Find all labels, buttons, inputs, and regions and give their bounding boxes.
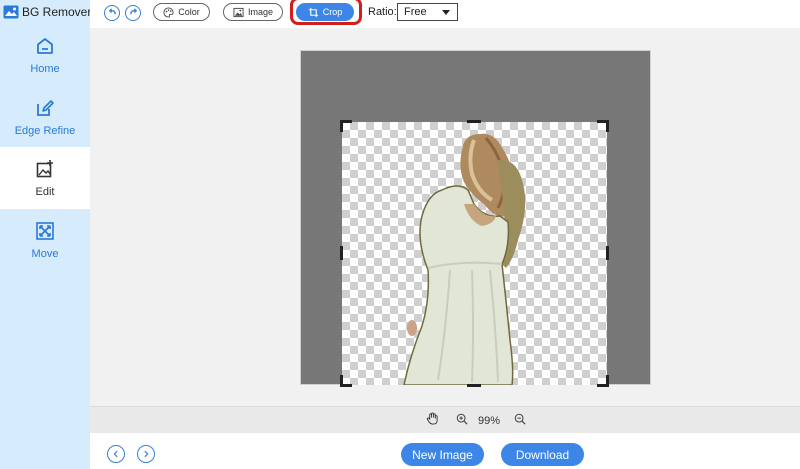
undo-button[interactable] [104, 5, 120, 21]
zoom-level: 99% [478, 415, 501, 427]
move-icon [34, 220, 56, 242]
color-button-label: Color [178, 7, 200, 17]
edit-image-icon [34, 158, 56, 180]
chevron-right-icon [142, 445, 150, 463]
chevron-left-icon [112, 445, 120, 463]
ratio-select-value: Free [404, 6, 427, 18]
image-canvas[interactable] [300, 50, 651, 387]
crop-button[interactable]: Crop [296, 3, 354, 21]
zoom-out-button[interactable] [512, 413, 528, 429]
brand: BG Remover [0, 0, 92, 24]
crop-handle-bottom-left[interactable] [340, 375, 352, 387]
zoom-in-button[interactable] [454, 413, 470, 429]
image-icon [233, 7, 244, 18]
crop-handle-top-left[interactable] [340, 120, 352, 132]
crop-handle-right[interactable] [606, 246, 609, 260]
crop-button-label: Crop [322, 7, 343, 17]
sidebar-item-move[interactable]: Move [0, 209, 90, 271]
crop-handle-top[interactable] [467, 120, 481, 123]
ratio-select[interactable]: Free [397, 3, 458, 21]
crop-handle-bottom[interactable] [467, 384, 481, 387]
ratio-label: Ratio: [368, 6, 397, 18]
sidebar-item-label: Edit [35, 186, 55, 198]
image-button-label: Image [247, 7, 273, 17]
previous-button[interactable] [107, 445, 125, 463]
redo-button[interactable] [125, 5, 141, 21]
zoom-out-icon [514, 412, 526, 430]
sidebar-item-edge-refine[interactable]: Edge Refine [0, 86, 90, 148]
edge-refine-icon [34, 97, 56, 119]
toolbar: Color Image Crop Ratio: Free [90, 0, 800, 28]
zoom-bar: 99% [90, 406, 800, 433]
home-icon [34, 35, 56, 57]
crop-handle-left[interactable] [340, 246, 343, 260]
redo-icon [129, 4, 138, 22]
undo-icon [108, 4, 117, 22]
new-image-button[interactable]: New Image [401, 443, 484, 466]
crop-area[interactable] [340, 120, 609, 387]
hand-icon [426, 412, 439, 430]
sidebar-item-edit[interactable]: Edit [0, 147, 90, 209]
crop-handle-bottom-right[interactable] [597, 375, 609, 387]
sidebar: BG Remover Home Edge Refine Edit Move [0, 0, 92, 469]
crop-icon [308, 7, 319, 18]
sidebar-item-label: Edge Refine [14, 125, 76, 137]
hand-tool-button[interactable] [424, 412, 440, 430]
sidebar-item-home[interactable]: Home [0, 24, 90, 86]
chevron-down-icon [442, 10, 450, 15]
footer: New Image Download [90, 433, 800, 469]
next-button[interactable] [137, 445, 155, 463]
crop-handle-top-right[interactable] [597, 120, 609, 132]
subject-image [403, 133, 526, 385]
sidebar-item-label: Move [31, 248, 59, 260]
app-logo-icon [3, 5, 19, 19]
color-button[interactable]: Color [153, 3, 210, 21]
palette-icon [163, 6, 174, 18]
zoom-in-icon [456, 412, 468, 430]
sidebar-item-label: Home [30, 63, 60, 75]
download-button[interactable]: Download [501, 443, 584, 466]
image-button[interactable]: Image [223, 3, 283, 21]
app-title: BG Remover [22, 5, 92, 19]
